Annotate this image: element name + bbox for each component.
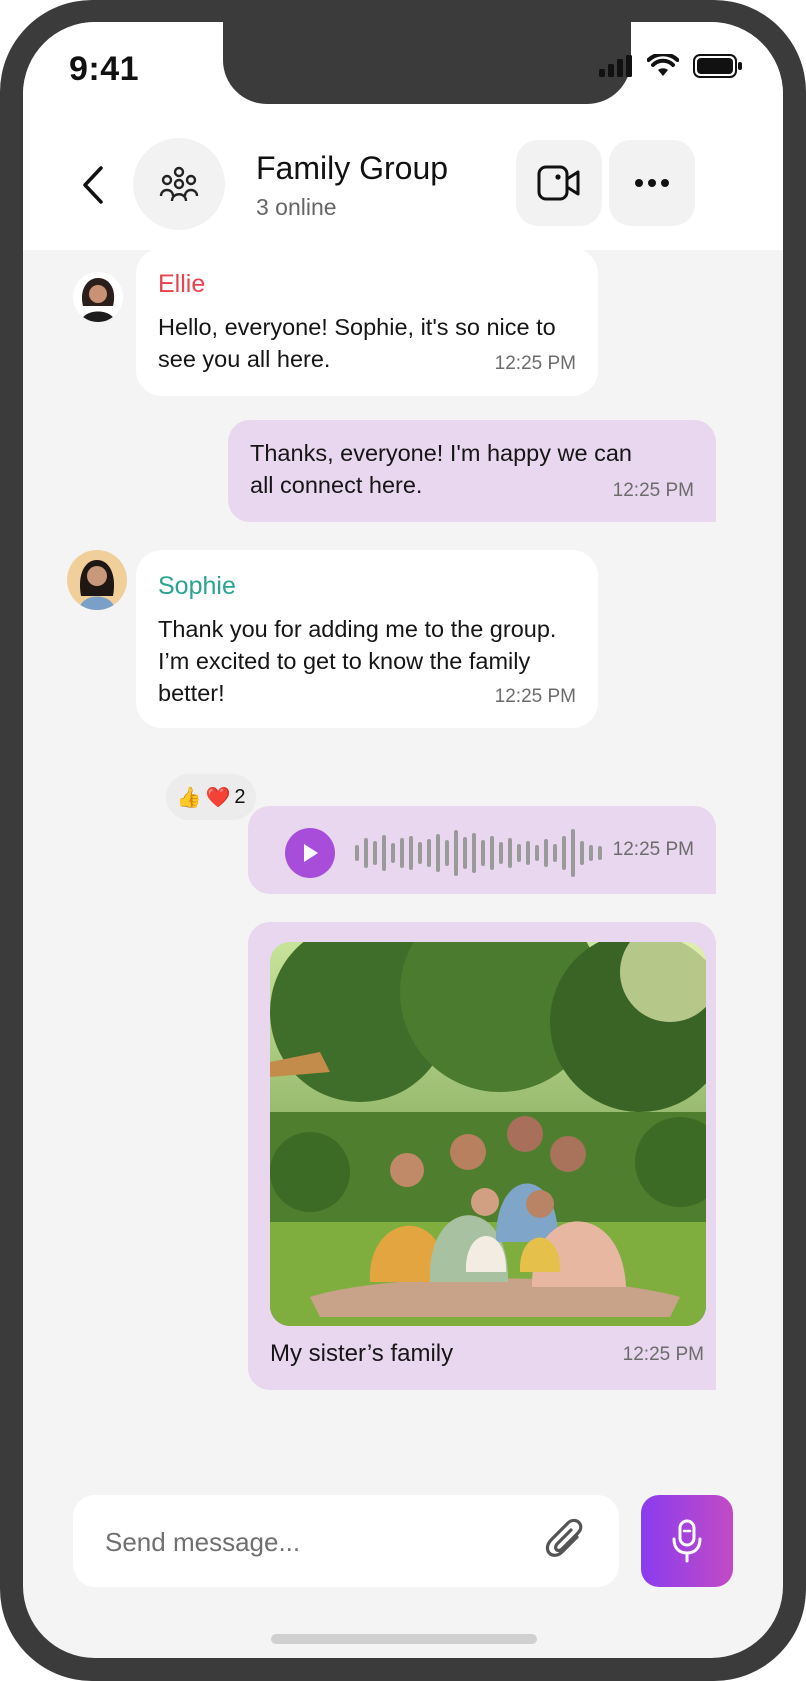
avatar-ellie-portrait (73, 272, 123, 322)
message-time: 12:25 PM (612, 839, 694, 860)
battery-icon (693, 54, 742, 78)
more-horizontal-icon (635, 179, 669, 187)
message-text-line: all connect here. (250, 472, 423, 498)
reaction-count: 2 (234, 785, 246, 808)
sender-name: Sophie (158, 572, 236, 600)
avatar-ellie[interactable] (73, 272, 123, 322)
voice-record-button[interactable] (641, 1495, 733, 1587)
home-indicator[interactable] (271, 1634, 537, 1644)
message-text-line: Thanks, everyone! I'm happy we can (250, 440, 632, 466)
message-time: 12:25 PM (622, 1344, 704, 1365)
group-avatar[interactable] (133, 138, 225, 230)
video-camera-icon (537, 165, 580, 201)
thumbs-up-emoji: 👍 (176, 786, 202, 809)
play-icon (304, 844, 318, 862)
signal-icon (599, 55, 632, 77)
attach-button[interactable] (543, 1517, 587, 1568)
chevron-left-icon (83, 166, 103, 204)
chat-title: Family Group (256, 150, 449, 186)
status-time: 9:41 (69, 50, 140, 88)
message-bubble-ellie[interactable]: Ellie Hello, everyone! Sophie, it's so n… (136, 248, 598, 396)
message-text-line: I’m excited to get to know the family (158, 648, 531, 674)
heart-emoji: ❤️ (205, 786, 231, 809)
family-photo-image (270, 942, 706, 1326)
microphone-icon (672, 1519, 702, 1563)
online-count: 3 online (256, 194, 337, 220)
message-time: 12:25 PM (494, 353, 576, 374)
message-text-line: see you all here. (158, 346, 331, 372)
phone-frame: 9:41 Family Group 3 online Ellie Hello, … (0, 0, 806, 1681)
avatar-sophie-portrait (67, 550, 127, 610)
play-button[interactable] (285, 828, 335, 878)
message-text-line: Hello, everyone! Sophie, it's so nice to (158, 314, 556, 340)
message-bubble-outgoing[interactable]: Thanks, everyone! I'm happy we can all c… (228, 420, 716, 522)
status-icons (599, 54, 743, 78)
family-photo[interactable] (270, 942, 706, 1326)
message-text-line: Thank you for adding me to the group. (158, 616, 557, 642)
video-call-button[interactable] (516, 140, 602, 226)
composer (73, 1495, 619, 1587)
back-button[interactable] (75, 162, 115, 208)
sender-name: Ellie (158, 270, 206, 298)
more-options-button[interactable] (609, 140, 695, 226)
avatar-sophie[interactable] (67, 550, 127, 610)
image-caption: My sister’s family (270, 1340, 454, 1367)
wifi-icon (647, 54, 679, 76)
group-icon (159, 166, 199, 202)
paperclip-icon (545, 1518, 583, 1557)
image-message-bubble[interactable]: My sister’s family 12:25 PM (248, 922, 716, 1390)
message-time: 12:25 PM (612, 480, 694, 501)
message-input[interactable] (103, 1517, 537, 1567)
waveform (355, 829, 602, 877)
reaction-badge[interactable]: 👍 ❤️ 2 (166, 774, 256, 820)
message-time: 12:25 PM (494, 686, 576, 707)
message-text-line: better! (158, 680, 225, 706)
notch (223, 22, 631, 104)
message-bubble-sophie[interactable]: Sophie Thank you for adding me to the gr… (136, 550, 598, 728)
screen: 9:41 Family Group 3 online Ellie Hello, … (23, 22, 783, 1658)
